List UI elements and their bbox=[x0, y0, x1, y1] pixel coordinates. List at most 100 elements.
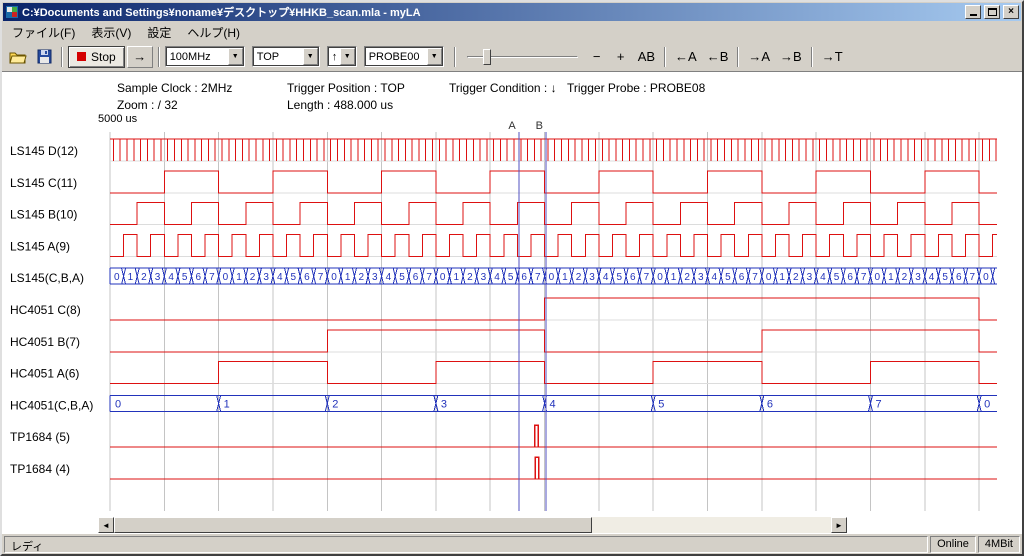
bus-value: 7 bbox=[875, 398, 881, 410]
bus-value: 1 bbox=[236, 272, 242, 283]
bus-value: 6 bbox=[413, 272, 419, 283]
channel-label: LS145(C,B,A) bbox=[10, 271, 84, 285]
horizontal-scrollbar[interactable]: ◄ ► bbox=[98, 517, 847, 533]
zoom-in-button[interactable]: + bbox=[610, 47, 632, 66]
zoom-slider[interactable] bbox=[465, 46, 580, 68]
bus-value: 6 bbox=[956, 272, 962, 283]
close-icon: × bbox=[1008, 7, 1014, 17]
channel-label: TP1684 (5) bbox=[10, 430, 70, 444]
bus-value: 1 bbox=[562, 272, 568, 283]
window-title: C:¥Documents and Settings¥noname¥デスクトップ¥… bbox=[22, 4, 962, 20]
scroll-right-button[interactable]: ► bbox=[831, 517, 847, 533]
move-marker-a-left-button[interactable]: ←A bbox=[671, 47, 701, 66]
bus-value: 3 bbox=[915, 272, 921, 283]
bus-value: 3 bbox=[263, 272, 269, 283]
chevron-down-icon[interactable]: ▼ bbox=[303, 48, 318, 65]
status-bar: レディ Online 4MBit bbox=[2, 534, 1022, 554]
trigger-probe-select[interactable]: PROBE00 ▼ bbox=[364, 46, 444, 67]
trigger-probe-info: Trigger Probe : PROBE08 bbox=[567, 81, 705, 95]
scroll-left-button[interactable]: ◄ bbox=[98, 517, 114, 533]
save-button[interactable] bbox=[32, 46, 56, 68]
channel-label: LS145 A(9) bbox=[10, 239, 70, 253]
move-marker-a-right-button[interactable]: →A bbox=[744, 47, 774, 66]
bus-value: 0 bbox=[223, 272, 229, 283]
close-button[interactable]: × bbox=[1003, 5, 1019, 19]
move-marker-b-right-button[interactable]: →B bbox=[776, 47, 806, 66]
run-button[interactable]: → bbox=[127, 46, 153, 68]
bus-value: 7 bbox=[426, 272, 432, 283]
stop-label: Stop bbox=[91, 50, 116, 64]
maximize-button[interactable] bbox=[984, 5, 1000, 19]
scroll-thumb[interactable] bbox=[114, 517, 592, 533]
minimize-button[interactable] bbox=[965, 5, 981, 19]
bus-value: 4 bbox=[820, 272, 826, 283]
status-memory: 4MBit bbox=[978, 536, 1020, 553]
channel-label: HC4051 B(7) bbox=[10, 335, 80, 349]
bus-value: 1 bbox=[345, 272, 351, 283]
bus-value: 5 bbox=[834, 272, 840, 283]
time-scale-label: 5000 us bbox=[98, 113, 138, 125]
sample-clock-select[interactable]: 100MHz ▼ bbox=[165, 46, 245, 67]
move-marker-b-left-button[interactable]: ←B bbox=[703, 47, 733, 66]
bus-value: 2 bbox=[467, 272, 473, 283]
channel-label: HC4051 A(6) bbox=[10, 367, 79, 381]
bus-value: 6 bbox=[195, 272, 201, 283]
status-online: Online bbox=[930, 536, 976, 553]
bus-value: 2 bbox=[793, 272, 799, 283]
bus-value: 3 bbox=[441, 398, 447, 410]
bus-value: 7 bbox=[644, 272, 650, 283]
zoom-ab-button[interactable]: AB bbox=[634, 47, 659, 66]
channel-label: LS145 C(11) bbox=[10, 176, 77, 190]
title-bar[interactable]: C:¥Documents and Settings¥noname¥デスクトップ¥… bbox=[3, 3, 1021, 21]
trigger-edge-value: ↑ bbox=[328, 51, 340, 63]
toolbar-separator bbox=[737, 47, 739, 67]
bus-value: 0 bbox=[983, 272, 989, 283]
chevron-down-icon[interactable]: ▼ bbox=[228, 48, 243, 65]
status-ready: レディ bbox=[4, 536, 928, 553]
bus-value: 7 bbox=[970, 272, 976, 283]
bus-value: 6 bbox=[847, 272, 853, 283]
chevron-down-icon[interactable]: ▼ bbox=[340, 48, 355, 65]
open-button[interactable] bbox=[6, 46, 30, 68]
channel-label: LS145 B(10) bbox=[10, 208, 77, 222]
waveform-document: Sample Clock : 2MHz Trigger Position : T… bbox=[2, 72, 1022, 517]
toolbar-separator bbox=[454, 47, 456, 67]
bus-value: 1 bbox=[779, 272, 785, 283]
trigger-edge-select[interactable]: ↑ ▼ bbox=[327, 46, 357, 67]
bus-value: 7 bbox=[318, 272, 324, 283]
bus-value: 3 bbox=[155, 272, 161, 283]
bus-value: 6 bbox=[630, 272, 636, 283]
trigger-position-value: TOP bbox=[253, 51, 303, 63]
stop-icon bbox=[77, 52, 86, 61]
bus-value: 4 bbox=[494, 272, 500, 283]
menu-file[interactable]: ファイル(F) bbox=[4, 22, 83, 43]
trigger-position-select[interactable]: TOP ▼ bbox=[252, 46, 320, 67]
goto-trigger-button[interactable]: →T bbox=[818, 47, 847, 66]
trigger-probe-value: PROBE00 bbox=[365, 51, 427, 63]
menu-help[interactable]: ヘルプ(H) bbox=[179, 22, 248, 43]
sample-clock-info: Sample Clock : 2MHz bbox=[117, 81, 232, 95]
menu-settings[interactable]: 設定 bbox=[139, 22, 179, 43]
zoom-slider-thumb[interactable] bbox=[483, 49, 491, 65]
bus-value: 5 bbox=[942, 272, 948, 283]
zoom-out-button[interactable]: − bbox=[586, 47, 608, 66]
toolbar-separator bbox=[811, 47, 813, 67]
bus-value: 5 bbox=[291, 272, 297, 283]
bus-value: 2 bbox=[902, 272, 908, 283]
sample-clock-value: 100MHz bbox=[166, 51, 228, 63]
bus-value: 6 bbox=[521, 272, 527, 283]
bus-value: 6 bbox=[739, 272, 745, 283]
toolbar-separator bbox=[158, 47, 160, 67]
trigger-position-info: Trigger Position : TOP bbox=[287, 81, 405, 95]
chevron-down-icon[interactable]: ▼ bbox=[427, 48, 442, 65]
open-folder-icon bbox=[9, 50, 27, 64]
app-window: C:¥Documents and Settings¥noname¥デスクトップ¥… bbox=[0, 0, 1024, 556]
bus-value: 5 bbox=[725, 272, 731, 283]
menu-view[interactable]: 表示(V) bbox=[83, 22, 139, 43]
stop-button[interactable]: Stop bbox=[68, 46, 125, 68]
bus-value: 5 bbox=[182, 272, 188, 283]
bus-value: 0 bbox=[766, 272, 772, 283]
bus-value: 0 bbox=[440, 272, 446, 283]
bus-value: 0 bbox=[984, 398, 990, 410]
bus-value: 3 bbox=[698, 272, 704, 283]
